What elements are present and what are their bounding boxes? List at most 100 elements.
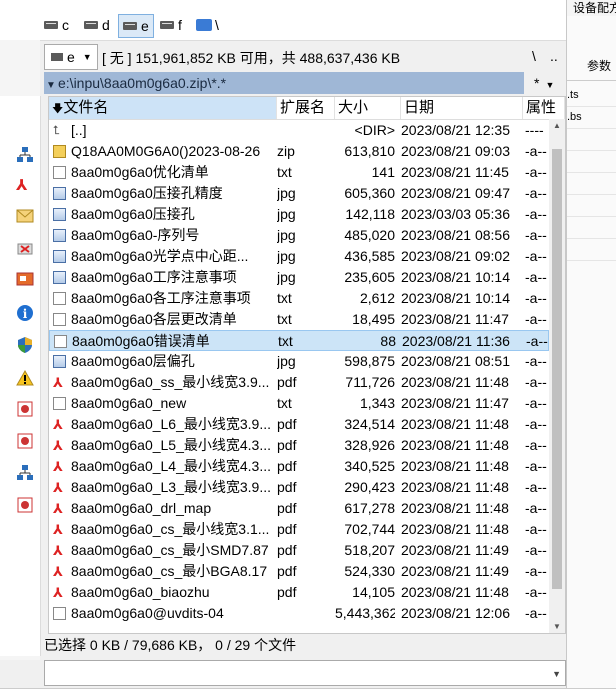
file-row[interactable]: 8aa0m0g6a0压接孔 jpg 142,118 2023/03/03 05:36-…: [49, 204, 549, 225]
file-row[interactable]: 8aa0m0g6a0错误清单 txt 88 2023/08/21 11:36 -a--: [49, 330, 549, 351]
network-drive-button[interactable]: \: [196, 14, 219, 36]
command-line-input[interactable]: ▼: [44, 660, 566, 686]
delete-icon[interactable]: [16, 242, 34, 259]
file-list[interactable]: 🡇文件名 扩展名 大小 日期 属性 ⮤ [..] <DIR> 2023/08/21 1…: [48, 96, 566, 634]
parent-dir-button[interactable]: ..: [550, 48, 558, 64]
file-date: 2023/08/21 11:49: [401, 542, 509, 558]
file-size: 328,926: [344, 437, 395, 453]
file-icon-cell: [53, 225, 67, 246]
network-tree-icon[interactable]: [16, 464, 34, 485]
file-row[interactable]: ⅄ 8aa0m0g6a0_L4_最小线宽4.3... pdf 340,525 2023/…: [49, 456, 549, 477]
file-attr: -a--: [525, 458, 547, 474]
file-name: 8aa0m0g6a0-序列号: [71, 227, 200, 243]
file-icon-cell: [53, 183, 67, 204]
file-ext: pdf: [277, 479, 297, 495]
column-header-name[interactable]: 🡇文件名: [49, 97, 277, 119]
pdf-file-icon: ⅄: [53, 501, 63, 516]
file-name: 8aa0m0g6a0优化清单: [71, 164, 209, 180]
scrollbar-thumb[interactable]: [552, 149, 562, 589]
text-file-icon: [53, 166, 66, 179]
file-ext: pdf: [277, 500, 297, 516]
file-ext: jpg: [277, 248, 296, 264]
drive-label: c: [62, 17, 69, 33]
root-button[interactable]: \: [532, 48, 536, 64]
file-row[interactable]: 8aa0m0g6a0光学点中心距... jpg 436,585 2023/08/21 …: [49, 246, 549, 267]
column-header-size[interactable]: 大小: [335, 97, 401, 119]
file-size: 617,278: [344, 500, 395, 516]
file-row[interactable]: 8aa0m0g6a0工序注意事项 jpg 235,605 2023/08/21 10:…: [49, 267, 549, 288]
info-icon[interactable]: i: [16, 304, 34, 325]
app-icon[interactable]: [16, 400, 34, 421]
file-icon-cell: [53, 162, 67, 183]
shield-icon[interactable]: [16, 336, 34, 357]
app-icon[interactable]: [16, 432, 34, 453]
file-attr: -a--: [525, 227, 547, 243]
chevron-down-icon: ▼: [545, 80, 555, 90]
file-row[interactable]: 8aa0m0g6a0@uvdits-04 5,443,362 2023/08/21 …: [49, 603, 549, 624]
image-icon[interactable]: [16, 272, 34, 289]
file-row[interactable]: ⅄ 8aa0m0g6a0_ss_最小线宽3.9... pdf 711,726 2023/…: [49, 372, 549, 393]
tab-params[interactable]: 参数: [567, 52, 616, 81]
file-row[interactable]: 8aa0m0g6a0-序列号 jpg 485,020 2023/08/21 08:56…: [49, 225, 549, 246]
column-header-ext[interactable]: 扩展名: [277, 97, 335, 119]
drive-button-e[interactable]: e: [118, 14, 154, 38]
file-icon-cell: [53, 141, 67, 162]
file-row[interactable]: ⅄ 8aa0m0g6a0_L3_最小线宽3.9... pdf 290,423 2023/…: [49, 477, 549, 498]
free-space-bar: e ▼ [ 无 ] 151,961,852 KB 可用，共 488,637,43…: [44, 44, 564, 70]
file-row[interactable]: ⅄ 8aa0m0g6a0_cs_最小BGA8.17 pdf 524,330 2023/0…: [49, 561, 549, 582]
file-name: 8aa0m0g6a0_L6_最小线宽3.9...: [71, 416, 272, 432]
file-row[interactable]: 8aa0m0g6a0各工序注意事项 txt 2,612 2023/08/21 10:1…: [49, 288, 549, 309]
vertical-scrollbar[interactable]: ▲ ▼: [549, 119, 565, 633]
image-file-icon: [53, 355, 66, 368]
drive-button-f[interactable]: f: [160, 14, 182, 36]
file-date: 2023/08/21 10:14: [401, 290, 510, 306]
path-filter[interactable]: * ▼: [526, 72, 574, 94]
image-file-icon: [53, 208, 66, 221]
column-header-attr[interactable]: 属性: [523, 97, 565, 119]
history-dropdown-icon[interactable]: ▼: [44, 75, 58, 97]
file-list-header: 🡇文件名 扩展名 大小 日期 属性: [49, 97, 565, 120]
drive-button-c[interactable]: c: [44, 14, 69, 36]
file-ext: pdf: [277, 521, 297, 537]
file-size: 324,514: [344, 416, 395, 432]
file-row[interactable]: ⅄ 8aa0m0g6a0_L6_最小线宽3.9... pdf 324,514 2023/…: [49, 414, 549, 435]
path-bar[interactable]: ▼ e:\inpu\8aa0m0g6a0.zip\*.*: [44, 72, 524, 94]
file-row[interactable]: ⅄ 8aa0m0g6a0_biaozhu pdf 14,105 2023/08/21 1…: [49, 582, 549, 603]
file-size: <DIR>: [354, 122, 395, 138]
file-row[interactable]: ⅄ 8aa0m0g6a0_cs_最小SMD7.87 pdf 518,207 2023/0…: [49, 540, 549, 561]
file-row[interactable]: 8aa0m0g6a0优化清单 txt 141 2023/08/21 11:45 -a--: [49, 162, 549, 183]
file-row[interactable]: 8aa0m0g6a0层偏孔 jpg 598,875 2023/08/21 08:51-…: [49, 351, 549, 372]
bottom-button-bar: [0, 688, 616, 699]
file-date: 2023/08/21 11:48: [401, 500, 509, 516]
chevron-down-icon[interactable]: ▼: [552, 669, 561, 679]
file-name: 8aa0m0g6a0压接孔: [71, 206, 195, 222]
mail-icon[interactable]: [16, 208, 34, 227]
scroll-up-icon[interactable]: ▲: [553, 121, 561, 130]
file-row[interactable]: ⅄ 8aa0m0g6a0_L5_最小线宽4.3... pdf 328,926 2023/…: [49, 435, 549, 456]
file-row[interactable]: 8aa0m0g6a0压接孔精度 jpg 605,360 2023/08/21 09:4…: [49, 183, 549, 204]
drive-button-d[interactable]: d: [84, 14, 110, 36]
file-name: 8aa0m0g6a0工序注意事项: [71, 269, 237, 285]
pdf-file-icon: ⅄: [53, 375, 63, 390]
warning-icon[interactable]: [16, 369, 34, 389]
file-date: 2023/08/21 08:56: [401, 227, 510, 243]
scroll-down-icon[interactable]: ▼: [553, 622, 561, 631]
file-row[interactable]: Q18AA0M0G6A0()2023-08-26 zip 613,810 2023/0…: [49, 141, 549, 162]
drive-icon: [44, 21, 58, 29]
app-icon[interactable]: [16, 496, 34, 517]
file-row[interactable]: 8aa0m0g6a0_new txt 1,343 2023/08/21 11:47 -a…: [49, 393, 549, 414]
file-row[interactable]: ⅄ 8aa0m0g6a0_cs_最小线宽3.1... pdf 702,744 2023/…: [49, 519, 549, 540]
network-tree-icon[interactable]: [16, 146, 34, 167]
right-line: [567, 128, 616, 151]
chevron-down-icon: ▼: [82, 52, 92, 62]
file-date: 2023/03/03 05:36: [401, 206, 510, 222]
file-size: 2,612: [359, 290, 395, 306]
column-header-date[interactable]: 日期: [401, 97, 523, 119]
drive-combo[interactable]: e ▼: [44, 44, 98, 70]
pdf-icon[interactable]: ⅄: [16, 176, 27, 194]
file-name: 8aa0m0g6a0错误清单: [72, 333, 210, 349]
right-line: [567, 172, 616, 195]
file-row[interactable]: 8aa0m0g6a0各层更改清单 txt 18,495 2023/08/21 11:4…: [49, 309, 549, 330]
file-row[interactable]: ⮤ [..] <DIR> 2023/08/21 12:35 ----: [49, 120, 549, 141]
file-row[interactable]: ⅄ 8aa0m0g6a0_drl_map pdf 617,278 2023/08/21 …: [49, 498, 549, 519]
